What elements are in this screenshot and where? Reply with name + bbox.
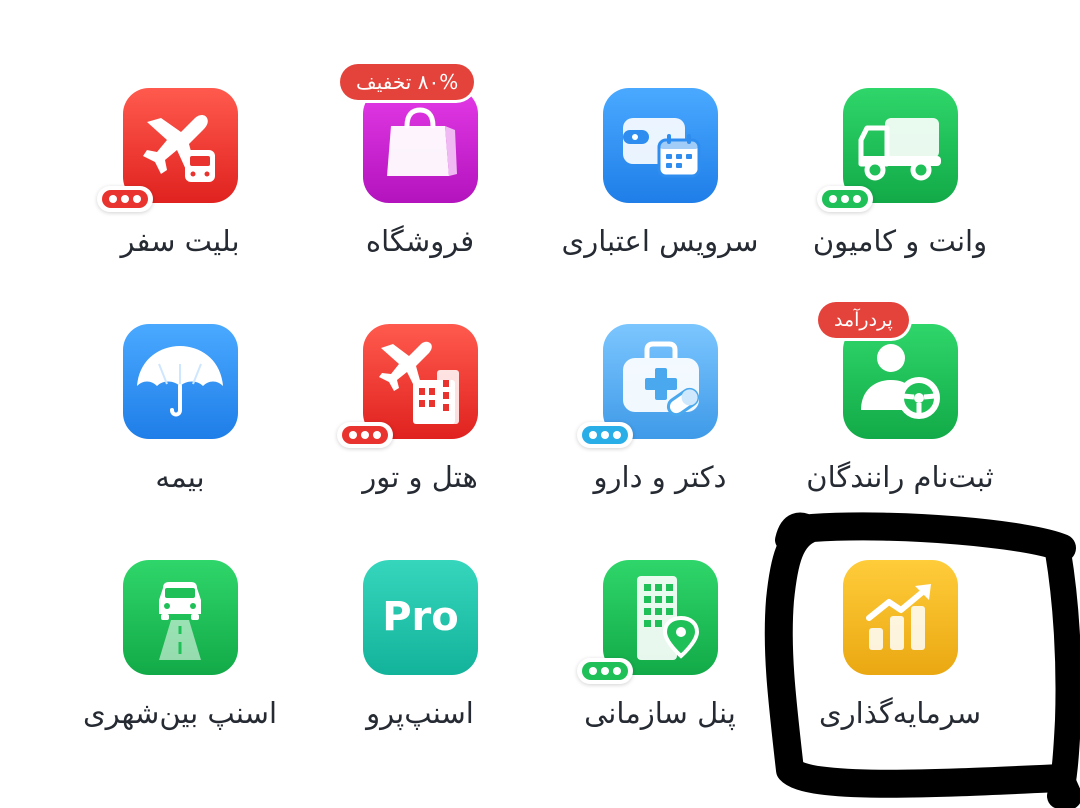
- service-tile-shop[interactable]: ۸۰% تخفیف فروشگاه: [300, 64, 540, 308]
- service-label: بلیت سفر: [120, 224, 240, 258]
- service-tile-travel-ticket[interactable]: بلیت سفر: [60, 88, 300, 308]
- wallet-calendar-icon: [603, 88, 718, 203]
- service-tile-doctor-medicine[interactable]: دکتر و دارو: [540, 324, 780, 544]
- service-tile-hotel-tour[interactable]: هتل و تور: [300, 324, 540, 544]
- service-tile-insurance[interactable]: بیمه: [60, 324, 300, 544]
- service-label: سرمایه‌گذاری: [818, 696, 982, 730]
- umbrella-icon: [123, 324, 238, 439]
- pro-icon-text: Pro: [382, 594, 459, 640]
- service-label: اسنپ‌پرو: [366, 696, 474, 730]
- driver-user-icon: [843, 324, 958, 439]
- service-tile-van-truck[interactable]: وانت و کامیون: [780, 88, 1020, 308]
- more-indicator: [337, 422, 393, 448]
- service-tile-intercity[interactable]: اسنپ بین‌شهری: [60, 560, 300, 780]
- service-label: پنل سازمانی: [584, 696, 736, 730]
- more-indicator: [577, 658, 633, 684]
- service-tile-investment[interactable]: سرمایه‌گذاری: [780, 560, 1020, 780]
- service-label: بیمه: [155, 460, 205, 494]
- service-label: ثبت‌نام رانندگان: [806, 460, 994, 494]
- more-indicator: [817, 186, 873, 212]
- service-label: دکتر و دارو: [593, 460, 727, 494]
- discount-badge: ۸۰% تخفیف: [340, 64, 475, 100]
- more-indicator: [577, 422, 633, 448]
- pro-text-icon: Pro: [363, 560, 478, 675]
- service-tile-driver-signup[interactable]: پردرآمد ثبت‌نام رانندگان: [780, 302, 1020, 544]
- car-road-icon: [123, 560, 238, 675]
- service-label: اسنپ بین‌شهری: [82, 696, 278, 730]
- service-tile-corporate-panel[interactable]: پنل سازمانی: [540, 560, 780, 780]
- more-indicator: [97, 186, 153, 212]
- service-label: هتل و تور: [362, 460, 478, 494]
- high-income-badge: پردرآمد: [818, 302, 909, 338]
- service-tile-credit-service[interactable]: سرویس اعتباری: [540, 88, 780, 308]
- service-label: سرویس اعتباری: [561, 224, 759, 258]
- service-label: وانت و کامیون: [812, 224, 988, 258]
- shopping-bag-icon: [363, 88, 478, 203]
- investment-chart-icon: [843, 560, 958, 675]
- service-tile-snapp-pro[interactable]: Pro اسنپ‌پرو: [300, 560, 540, 780]
- service-label: فروشگاه: [365, 224, 475, 258]
